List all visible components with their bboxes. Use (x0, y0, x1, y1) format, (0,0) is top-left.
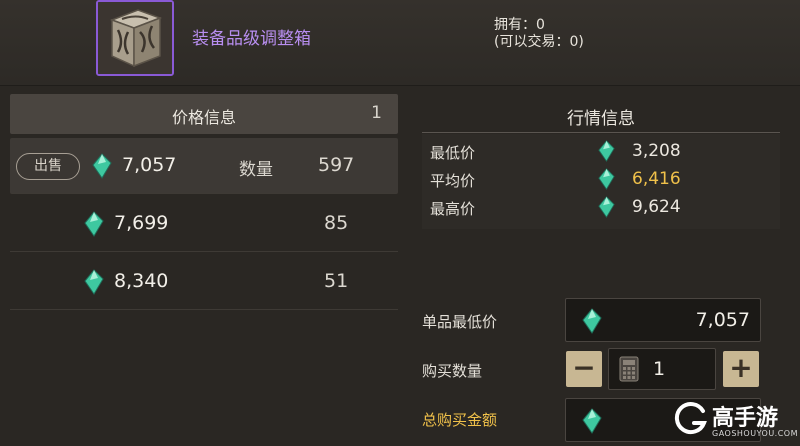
min-price-label: 最低价 (430, 144, 476, 162)
cube-box-icon[interactable] (96, 0, 174, 76)
listing-row[interactable]: 7,699 85 (10, 196, 398, 252)
avg-price-value: 6,416 (632, 169, 681, 189)
increase-quantity-button[interactable]: + (723, 351, 759, 387)
price-info-title: 价格信息 (171, 108, 236, 127)
max-price-label: 最高价 (430, 200, 476, 218)
unit-min-price-field: 7,057 (565, 298, 761, 342)
gem-icon (598, 140, 615, 162)
listing-row[interactable]: 出售 7,057 数量 597 (10, 138, 398, 194)
gem-icon (598, 196, 615, 218)
gem-icon (582, 408, 602, 434)
price-info-panel: 价格信息 1 出售 7,057 数量 597 7,699 85 8,340 51 (10, 94, 398, 446)
min-price-value: 3,208 (632, 141, 681, 161)
listing-quantity: 597 (318, 154, 355, 176)
gem-icon (84, 211, 104, 237)
item-header: 装备品级调整箱 拥有：0 (可以交易：0) (0, 0, 800, 86)
page-number: 1 (371, 103, 382, 123)
listing-price: 7,057 (122, 154, 177, 176)
tradable-count: (可以交易：0) (494, 34, 584, 50)
max-price-value: 9,624 (632, 197, 681, 217)
avg-price-label: 平均价 (430, 172, 476, 190)
unit-min-price-value: 7,057 (695, 309, 750, 331)
purchase-quantity-label: 购买数量 (422, 362, 483, 380)
watermark-url: GAOSHOUYOU.COM (712, 429, 799, 438)
item-name: 装备品级调整箱 (192, 29, 311, 49)
unit-min-price-label: 单品最低价 (422, 313, 498, 331)
gem-icon (598, 168, 615, 190)
gem-icon (582, 308, 602, 334)
listing-quantity: 51 (324, 270, 349, 292)
gem-icon (92, 153, 112, 179)
owned-count: 拥有：0 (494, 17, 545, 33)
listing-price: 7,699 (114, 212, 169, 234)
watermark-text: 高手游 (712, 406, 779, 431)
quantity-value: 1 (653, 358, 666, 380)
price-info-header: 价格信息 1 (10, 94, 398, 134)
market-info-title: 行情信息 (567, 109, 635, 129)
gem-icon (84, 269, 104, 295)
divider (422, 132, 780, 133)
quantity-label: 数量 (239, 160, 273, 180)
listing-row[interactable]: 8,340 51 (10, 254, 398, 310)
total-amount-label: 总购买金额 (422, 411, 498, 429)
watermark: 高手游 GAOSHOUYOU.COM (668, 396, 798, 444)
listing-price: 8,340 (114, 270, 169, 292)
calculator-icon[interactable] (619, 356, 639, 382)
watermark-logo-icon (674, 402, 707, 434)
decrease-quantity-button[interactable]: − (566, 351, 602, 387)
ownership-info: 拥有：0 (可以交易：0) (494, 17, 584, 51)
listing-quantity: 85 (324, 212, 349, 234)
market-stats: 最低价 3,208 平均价 6,416 最高价 9,624 (422, 134, 780, 229)
sell-button[interactable]: 出售 (16, 153, 80, 180)
quantity-input[interactable]: 1 (608, 348, 716, 390)
